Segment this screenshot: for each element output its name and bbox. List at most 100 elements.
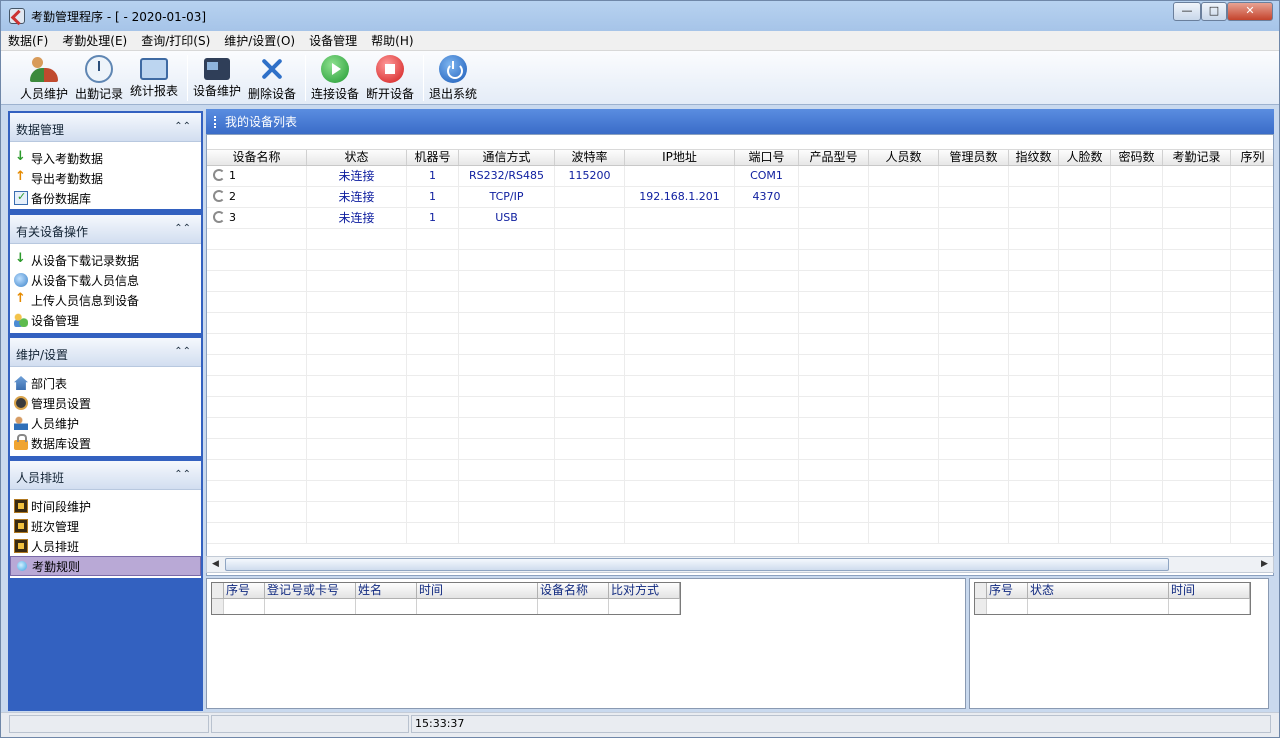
sidebar-item-scheduling[interactable]: 人员排班 — [10, 536, 201, 556]
column-header[interactable]: 产品型号 — [799, 150, 869, 165]
connect-device-button[interactable]: 连接设备 — [311, 55, 359, 102]
table-cell — [625, 481, 735, 501]
device-maint-button[interactable]: 设备维护 — [193, 55, 241, 99]
table-cell — [407, 292, 459, 312]
group-header[interactable]: 人员排班 ⌃⌃ — [10, 461, 201, 490]
column-header[interactable]: 端口号 — [735, 150, 799, 165]
table-cell — [1231, 292, 1273, 312]
column-header[interactable]: 状态 — [1028, 583, 1169, 598]
reports-button[interactable]: 统计报表 — [130, 55, 178, 99]
table-row[interactable] — [212, 599, 680, 614]
personnel-button[interactable]: 人员维护 — [20, 55, 68, 102]
table-row[interactable]: 2 未连接 1 TCP/IP 192.168.1.201 4370 — [207, 187, 1273, 208]
table-cell — [987, 599, 1028, 614]
column-header[interactable]: IP地址 — [625, 150, 735, 165]
group-header[interactable]: 维护/设置 ⌃⌃ — [10, 338, 201, 367]
sidebar-item-export[interactable]: 导出考勤数据 — [10, 168, 201, 188]
column-header[interactable]: 波特率 — [555, 150, 625, 165]
table-cell — [1009, 439, 1059, 459]
column-header[interactable]: 机器号 — [407, 150, 459, 165]
scroll-left-icon[interactable]: ◀ — [208, 558, 223, 571]
column-header[interactable]: 序号 — [987, 583, 1028, 598]
collapse-icon[interactable]: ⌃⌃ — [174, 223, 191, 234]
personnel-icon — [30, 55, 58, 83]
maximize-button[interactable]: □ — [1201, 2, 1227, 21]
sidebar-item-shifts[interactable]: 班次管理 — [10, 516, 201, 536]
menu-help[interactable]: 帮助(H) — [364, 31, 420, 51]
minimize-button[interactable]: — — [1173, 2, 1201, 21]
column-header[interactable]: 状态 — [307, 150, 407, 165]
table-cell — [555, 229, 625, 249]
menu-query-print[interactable]: 查询/打印(S) — [134, 31, 217, 51]
column-header[interactable]: 姓名 — [356, 583, 417, 598]
sidebar-item-admin[interactable]: 管理员设置 — [10, 393, 201, 413]
sidebar-item-backup[interactable]: 备份数据库 — [10, 188, 201, 208]
table-cell — [1163, 439, 1231, 459]
disconnect-device-button[interactable]: 断开设备 — [366, 55, 414, 102]
column-header[interactable]: 通信方式 — [459, 150, 555, 165]
table-cell — [869, 208, 939, 228]
menu-device[interactable]: 设备管理 — [302, 31, 364, 51]
scroll-thumb[interactable] — [225, 558, 1169, 571]
menu-maintenance[interactable]: 维护/设置(O) — [217, 31, 302, 51]
table-row[interactable] — [975, 599, 1250, 614]
sidebar-item-timeslots[interactable]: 时间段维护 — [10, 496, 201, 516]
column-header[interactable]: 密码数 — [1111, 150, 1163, 165]
sidebar-item-departments[interactable]: 部门表 — [10, 373, 201, 393]
table-row[interactable]: 3 未连接 1 USB — [207, 208, 1273, 229]
collapse-icon[interactable]: ⌃⌃ — [174, 121, 191, 132]
column-header[interactable]: 管理员数 — [939, 150, 1009, 165]
delete-device-button[interactable]: 删除设备 — [248, 55, 296, 102]
table-cell — [307, 460, 407, 480]
sidebar-item-db-settings[interactable]: 数据库设置 — [10, 433, 201, 453]
table-cell — [939, 208, 1009, 228]
column-header[interactable]: 序列 — [1231, 150, 1273, 165]
column-header[interactable]: 登记号或卡号 — [265, 583, 356, 598]
column-header[interactable]: 指纹数 — [1009, 150, 1059, 165]
close-button[interactable]: ✕ — [1227, 2, 1273, 21]
table-cell — [869, 229, 939, 249]
department-icon — [14, 376, 28, 390]
column-header[interactable]: 序号 — [224, 583, 265, 598]
menu-attendance[interactable]: 考勤处理(E) — [55, 31, 134, 51]
sidebar-item-device-manage[interactable]: 设备管理 — [10, 310, 201, 330]
table-row[interactable]: 1 未连接 1 RS232/RS485 115200 COM1 — [207, 166, 1273, 187]
column-header[interactable]: 考勤记录 — [1163, 150, 1231, 165]
column-header[interactable]: 设备名称 — [207, 150, 307, 165]
scroll-right-icon[interactable]: ▶ — [1257, 558, 1272, 571]
exit-button[interactable]: 退出系统 — [429, 55, 477, 102]
table-cell — [1009, 523, 1059, 543]
column-header[interactable]: 比对方式 — [609, 583, 680, 598]
collapse-icon[interactable]: ⌃⌃ — [174, 469, 191, 480]
table-cell — [1111, 166, 1163, 186]
column-header[interactable]: 时间 — [1169, 583, 1250, 598]
table-cell — [307, 523, 407, 543]
window-title: 考勤管理程序 - [ - 2020-01-03] — [31, 10, 207, 24]
menu-data[interactable]: 数据(F) — [1, 31, 55, 51]
sidebar-item-upload-users[interactable]: 上传人员信息到设备 — [10, 290, 201, 310]
records-button[interactable]: 出勤记录 — [75, 55, 123, 102]
sidebar-item-personnel[interactable]: 人员维护 — [10, 413, 201, 433]
table-cell — [735, 481, 799, 501]
table-cell — [1163, 523, 1231, 543]
sidebar-item-import[interactable]: 导入考勤数据 — [10, 148, 201, 168]
sidebar-item-download-records[interactable]: 从设备下载记录数据 — [10, 250, 201, 270]
group-header[interactable]: 有关设备操作 ⌃⌃ — [10, 215, 201, 244]
column-header[interactable]: 人脸数 — [1059, 150, 1111, 165]
table-cell: 未连接 — [307, 208, 407, 228]
sidebar-item-download-users[interactable]: 从设备下载人员信息 — [10, 270, 201, 290]
table-cell — [1059, 313, 1111, 333]
row-indicator — [975, 599, 987, 614]
table-cell — [1231, 439, 1273, 459]
horizontal-scrollbar[interactable]: ◀ ▶ — [206, 556, 1274, 573]
table-cell — [939, 166, 1009, 186]
column-header[interactable]: 时间 — [417, 583, 538, 598]
column-header[interactable]: 设备名称 — [538, 583, 609, 598]
group-header[interactable]: 数据管理 ⌃⌃ — [10, 113, 201, 142]
collapse-icon[interactable]: ⌃⌃ — [174, 346, 191, 357]
sidebar-item-rules[interactable]: 考勤规则 — [10, 556, 201, 576]
table-cell — [407, 439, 459, 459]
table-cell — [555, 271, 625, 291]
column-header[interactable]: 人员数 — [869, 150, 939, 165]
table-cell — [459, 376, 555, 396]
